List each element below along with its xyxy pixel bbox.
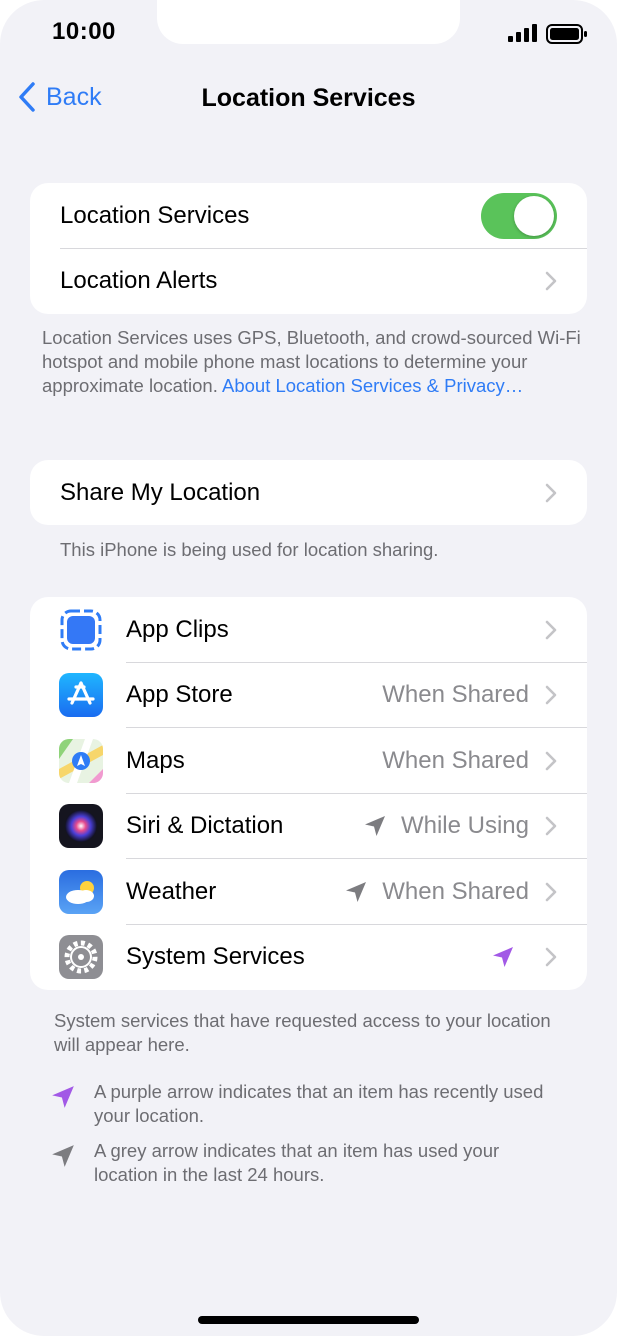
permission-value: When Shared	[344, 878, 529, 906]
status-bar: 10:00	[0, 0, 617, 70]
app-name: Maps	[126, 746, 185, 774]
location-alerts-label: Location Alerts	[60, 267, 218, 295]
grey-location-arrow-icon	[364, 816, 385, 837]
chevron-right-icon	[545, 685, 557, 705]
chevron-right-icon	[545, 882, 557, 902]
system-services-gear-icon	[59, 935, 103, 980]
chevron-right-icon	[545, 751, 557, 771]
system-services-note: System services that have requested acce…	[54, 1010, 551, 1055]
phone-screen: 10:00 Back Location Services Location Se…	[0, 0, 617, 1336]
permission-value	[491, 945, 529, 969]
app-name: App Store	[126, 681, 233, 709]
share-my-location-row[interactable]: Share My Location	[30, 460, 587, 525]
legend-grey-text: A grey arrow indicates that an item has …	[94, 1140, 500, 1185]
cellular-signal-icon	[508, 24, 537, 42]
status-time: 10:00	[52, 18, 116, 45]
app-name: Weather	[126, 877, 217, 905]
chevron-right-icon	[545, 947, 557, 967]
share-location-note: This iPhone is being used for location s…	[60, 539, 439, 560]
location-services-row: Location Services	[30, 183, 587, 249]
about-location-privacy-link[interactable]: About Location Services & Privacy…	[222, 375, 523, 396]
grey-location-arrow-icon	[52, 1145, 74, 1167]
permission-value: When Shared	[382, 681, 529, 709]
legend-grey: A grey arrow indicates that an item has …	[50, 1139, 554, 1187]
app-clips-icon	[59, 607, 103, 652]
notch	[157, 0, 460, 44]
location-settings-group: Location Services Location Alerts	[30, 183, 587, 314]
home-indicator[interactable]	[198, 1316, 419, 1324]
app-row-system-services[interactable]: System Services	[30, 925, 587, 991]
share-location-group: Share My Location	[30, 460, 587, 525]
legend-purple-text: A purple arrow indicates that an item ha…	[94, 1081, 544, 1126]
permission-value: When Shared	[382, 746, 529, 774]
legend-purple: A purple arrow indicates that an item ha…	[50, 1080, 554, 1128]
permission-value: While Using	[363, 812, 529, 840]
chevron-right-icon	[545, 620, 557, 640]
location-alerts-row[interactable]: Location Alerts	[30, 249, 587, 315]
chevron-right-icon	[545, 271, 557, 291]
app-name: System Services	[126, 943, 305, 971]
siri-icon	[59, 804, 103, 849]
app-name: Siri & Dictation	[126, 812, 284, 840]
navigation-bar: Back Location Services	[0, 76, 617, 122]
location-services-toggle[interactable]	[481, 192, 557, 239]
purple-location-arrow-icon	[52, 1086, 74, 1108]
apps-list: App Clips App Store When Shared Maps Whe…	[30, 597, 587, 990]
grey-location-arrow-icon	[346, 881, 367, 902]
purple-location-arrow-icon	[493, 947, 513, 968]
app-store-icon	[59, 673, 103, 718]
page-title: Location Services	[201, 84, 416, 112]
app-name: App Clips	[126, 615, 229, 643]
weather-icon	[59, 869, 103, 914]
chevron-right-icon	[545, 483, 557, 502]
share-my-location-label: Share My Location	[60, 478, 261, 506]
app-row-app-store[interactable]: App Store When Shared	[30, 663, 587, 728]
app-row-maps[interactable]: Maps When Shared	[30, 728, 587, 794]
app-row-app-clips[interactable]: App Clips	[30, 597, 587, 663]
location-services-label: Location Services	[60, 201, 250, 229]
app-row-weather[interactable]: Weather When Shared	[30, 859, 587, 925]
location-services-info: Location Services uses GPS, Bluetooth, a…	[42, 326, 582, 398]
chevron-right-icon	[545, 816, 557, 836]
battery-icon	[546, 24, 587, 44]
maps-icon	[59, 738, 103, 783]
app-row-siri[interactable]: Siri & Dictation While Using	[30, 794, 587, 859]
toggle-knob	[514, 195, 554, 236]
